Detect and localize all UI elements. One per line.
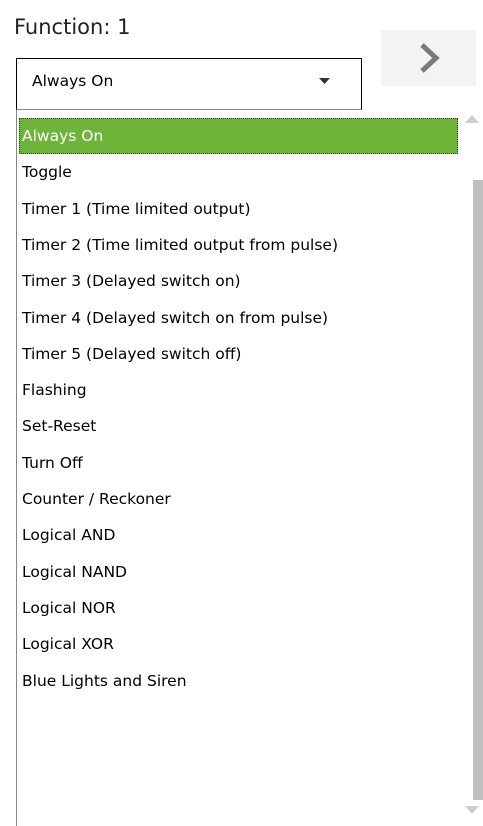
scroll-thumb[interactable] [473,180,483,800]
option-item[interactable]: Blue Lights and Siren [19,663,458,699]
scroll-down-arrow-icon[interactable] [465,806,479,815]
option-item[interactable]: Logical NAND [19,554,458,590]
next-function-button[interactable] [381,30,476,86]
function-select[interactable]: Always On [16,58,362,110]
option-item[interactable]: Logical XOR [19,626,458,662]
option-item[interactable]: Timer 4 (Delayed switch on from pulse) [19,300,458,336]
option-item[interactable]: Counter / Reckoner [19,481,458,517]
function-panel: Function: 1 Always On Always On Toggle Tim… [0,0,483,826]
option-item[interactable]: Flashing [19,372,458,408]
option-item[interactable]: Logical AND [19,517,458,553]
option-item[interactable]: Timer 5 (Delayed switch off) [19,336,458,372]
option-item[interactable]: Toggle [19,154,458,190]
option-item[interactable]: Timer 2 (Time limited output from pulse) [19,227,458,263]
dropdown-scrollbar[interactable] [460,110,483,826]
option-item[interactable]: Logical NOR [19,590,458,626]
option-item[interactable]: Timer 3 (Delayed switch on) [19,263,458,299]
option-item[interactable]: Set-Reset [19,408,458,444]
function-title: Function: 1 [14,15,131,39]
option-item[interactable]: Always On [19,118,458,154]
option-item[interactable]: Turn Off [19,445,458,481]
chevron-right-icon [419,43,440,73]
option-item[interactable]: Timer 1 (Time limited output) [19,191,458,227]
scroll-up-arrow-icon[interactable] [465,114,479,123]
function-dropdown-list: Always On Toggle Timer 1 (Time limited out… [16,110,483,826]
function-select-value: Always On [32,72,114,90]
caret-down-icon [319,78,330,84]
